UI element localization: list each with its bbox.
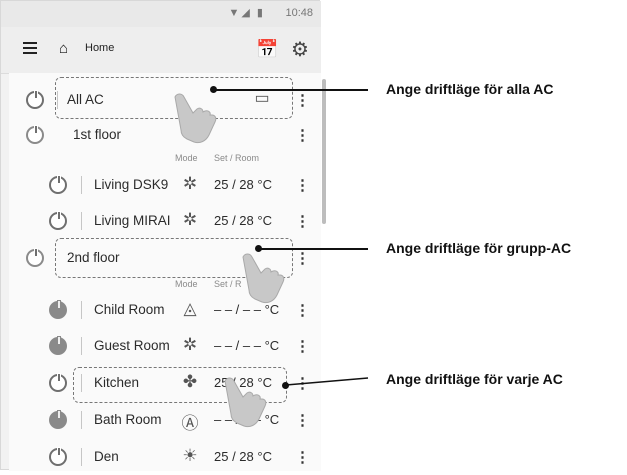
temperature: 25 / 28 °C	[214, 177, 272, 192]
callout-group-ac: Ange driftläge för grupp-AC	[386, 240, 572, 256]
more-icon[interactable]: ⋮	[295, 448, 310, 466]
row-name: 1st floor	[73, 127, 122, 142]
more-icon[interactable]: ⋮	[295, 301, 310, 319]
callout-line	[214, 89, 368, 91]
power-icon[interactable]	[49, 447, 67, 466]
auto-icon: Ⓐ	[181, 414, 199, 433]
more-icon[interactable]: ⋮	[295, 176, 310, 194]
hand-pointer-icon	[174, 93, 217, 144]
signal-battery-icons: ▼◢ ▮	[228, 7, 265, 19]
calendar-icon[interactable]: 📅	[256, 39, 278, 60]
status-bar: ▼◢ ▮ 10:48	[1, 1, 321, 27]
column-header-set-room: Set / Room	[214, 153, 260, 163]
power-icon[interactable]	[49, 336, 67, 355]
row-name: Guest Room	[94, 338, 170, 353]
menu-icon[interactable]	[23, 42, 37, 54]
row-name: Living DSK9	[94, 177, 169, 192]
status-time: 10:48	[285, 7, 313, 19]
power-icon[interactable]	[26, 90, 44, 109]
power-icon[interactable]	[26, 248, 44, 267]
row-group-1st-floor[interactable]: 1st floor ⋮	[9, 117, 313, 153]
row-unit-living-dsk9[interactable]: Living DSK9 ✲ 25 / 28 °C ⋮	[9, 167, 313, 203]
more-icon[interactable]: ⋮	[295, 337, 310, 355]
temperature: – – / – – °C	[214, 338, 280, 353]
hand-pointer-icon	[242, 253, 285, 304]
power-icon[interactable]	[49, 211, 67, 230]
heat-icon: ✲	[182, 210, 198, 229]
callout-line	[259, 248, 368, 250]
home-label[interactable]: Home	[85, 42, 114, 54]
more-icon[interactable]: ⋮	[295, 212, 310, 230]
phone-screen: ▼◢ ▮ 10:48 ⌂ Home 📅 ⚙ All AC ▭ ⋮ 1st flo…	[0, 0, 326, 471]
divider	[81, 337, 82, 355]
row-unit-living-mirai[interactable]: Living MIRAI ✲ 25 / 28 °C ⋮	[9, 203, 313, 239]
more-icon[interactable]: ⋮	[295, 126, 310, 144]
power-icon[interactable]	[26, 125, 44, 144]
callout-all-ac: Ange driftläge för alla AC	[386, 81, 554, 97]
scrollbar[interactable]	[322, 79, 326, 224]
more-icon[interactable]: ⋮	[295, 249, 310, 267]
home-icon: ⌂	[59, 40, 69, 57]
column-header-mode: Mode	[175, 153, 198, 163]
divider	[81, 448, 82, 466]
column-header-mode: Mode	[175, 279, 198, 289]
dry-icon: ◬	[183, 299, 197, 318]
row-name: Den	[94, 449, 119, 464]
divider	[81, 411, 82, 429]
power-icon[interactable]	[49, 410, 67, 429]
heat-icon: ✲	[182, 174, 198, 193]
row-name: Child Room	[94, 302, 165, 317]
hand-pointer-icon	[224, 377, 267, 428]
row-name: Bath Room	[94, 412, 162, 427]
divider	[81, 212, 82, 230]
power-icon[interactable]	[49, 175, 67, 194]
callout-each-ac: Ange driftläge för varje AC	[386, 371, 563, 387]
heat-icon: ✲	[182, 335, 198, 354]
divider	[81, 176, 82, 194]
power-icon[interactable]	[49, 300, 67, 319]
temperature: 25 / 28 °C	[214, 213, 272, 228]
divider	[81, 301, 82, 319]
power-icon[interactable]	[49, 373, 67, 392]
sun-icon: ☀	[182, 446, 198, 465]
gear-icon[interactable]: ⚙	[291, 37, 309, 62]
callout-line	[285, 377, 369, 386]
row-name: Living MIRAI	[94, 213, 171, 228]
app-bar: ⌂ Home 📅 ⚙	[1, 27, 321, 74]
row-unit-guest-room[interactable]: Guest Room ✲ – – / – – °C ⋮	[9, 328, 313, 364]
temperature: 25 / 28 °C	[214, 449, 272, 464]
more-icon[interactable]: ⋮	[295, 91, 310, 109]
more-icon[interactable]: ⋮	[295, 411, 310, 429]
